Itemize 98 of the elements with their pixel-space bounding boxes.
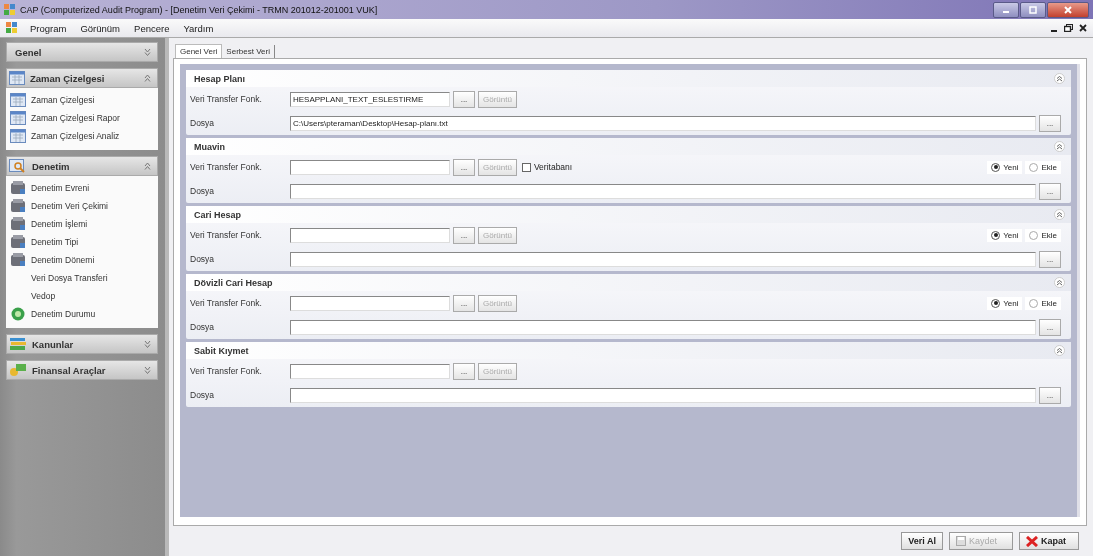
collapse-icon	[144, 162, 151, 170]
input-field[interactable]	[290, 251, 1036, 267]
search-icon	[9, 159, 27, 173]
field-label: Veri Transfer Fonk.	[190, 366, 263, 376]
calendar-icon	[10, 93, 26, 107]
sidebar-item[interactable]: Veri Dosya Transferi	[10, 270, 158, 286]
close-button[interactable]	[1047, 1, 1089, 18]
sidebar-item[interactable]: Denetim Evreni	[10, 180, 158, 196]
menu-item[interactable]: Görünüm	[78, 22, 123, 34]
sidebar-item[interactable]: Denetim Tipi	[10, 234, 158, 250]
calendar-icon	[10, 111, 26, 125]
app-menu-icon	[6, 22, 18, 34]
field-label: Veri Transfer Fonk.	[190, 94, 263, 104]
browse-button[interactable]: ...	[453, 226, 475, 244]
radio-label: Yeni	[1003, 162, 1019, 172]
group-header[interactable]: Denetim	[6, 156, 158, 176]
field-label: Veri Transfer Fonk.	[190, 298, 263, 308]
radio-label: Ekle	[1041, 162, 1057, 172]
browse-button[interactable]: ...	[453, 362, 475, 380]
radio-label: Yeni	[1003, 298, 1019, 308]
minimize-button[interactable]	[993, 1, 1019, 18]
field-label: Dosya	[190, 186, 216, 196]
input-field[interactable]: C:\Users\pteraman\Desktop\Hesap-planı.txt	[290, 115, 1036, 131]
close-icon	[1079, 24, 1087, 32]
section-title: Muavin	[194, 141, 226, 152]
close-icon	[1026, 535, 1038, 547]
menu-item[interactable]: Program	[28, 22, 69, 34]
group-header[interactable]: Kanunlar	[6, 334, 158, 354]
input-field[interactable]	[290, 295, 450, 311]
close-button[interactable]: Kapat	[1019, 532, 1079, 550]
calendar-icon	[9, 71, 25, 85]
floppy-icon	[956, 536, 966, 546]
restore-icon	[1064, 24, 1073, 32]
field-label: Dosya	[190, 322, 216, 332]
collapse-icon	[144, 74, 151, 82]
checkbox[interactable]	[521, 162, 531, 172]
input-field[interactable]	[290, 227, 450, 243]
input-field[interactable]	[290, 319, 1036, 335]
browse-button[interactable]: ...	[453, 294, 475, 312]
expand-icon	[144, 340, 151, 348]
group-header[interactable]: Zaman Çizelgesi	[6, 68, 158, 88]
radio-button[interactable]	[991, 162, 1001, 172]
radio-label: Ekle	[1041, 230, 1057, 240]
radio-button[interactable]	[991, 230, 1001, 240]
sidebar-item[interactable]: Zaman Çizelgesi Rapor	[10, 110, 158, 126]
sidebar-item[interactable]: Zaman Çizelgesi Analiz	[10, 128, 158, 144]
input-field[interactable]	[290, 387, 1036, 403]
browse-button[interactable]: ...	[453, 90, 475, 108]
maximize-icon	[1029, 5, 1037, 14]
field-label: Veri Transfer Fonk.	[190, 162, 263, 172]
fetch-button[interactable]: Veri Al	[901, 532, 943, 550]
calendar-icon	[10, 129, 26, 143]
input-field[interactable]	[290, 159, 450, 175]
sidebar-item[interactable]: Denetim İşlemi	[10, 216, 158, 232]
browse-button[interactable]: ...	[1039, 386, 1061, 404]
window-title: CAP (Computerized Audit Program) - [Denetim Veri Çekimi - TRMN 201012-201001 VUK]	[20, 4, 379, 15]
group-header[interactable]: Finansal Araçlar	[6, 360, 158, 380]
sidebar-item[interactable]: Denetim Veri Çekimi	[10, 198, 158, 214]
sidebar-item[interactable]: Zaman Çizelgesi	[10, 92, 158, 108]
books-icon	[9, 337, 27, 351]
section-title: Hesap Planı	[194, 73, 247, 84]
browse-button[interactable]: ...	[1039, 318, 1061, 336]
group-header[interactable]: Genel	[6, 42, 158, 62]
menu-item[interactable]: Pencere	[132, 22, 172, 34]
sidebar-item[interactable]: Denetim Durumu	[10, 306, 158, 322]
maximize-button[interactable]	[1020, 1, 1046, 18]
field-label: Veri Transfer Fonk.	[190, 230, 263, 240]
case-icon	[10, 181, 26, 195]
input-field[interactable]	[290, 183, 1036, 199]
status-icon	[10, 307, 26, 321]
section-title: Cari Hesap	[194, 209, 243, 220]
browse-button[interactable]: ...	[1039, 182, 1061, 200]
close-icon	[1064, 5, 1072, 14]
app-icon	[4, 3, 16, 16]
sidebar-item[interactable]: Denetim Dönemi	[10, 252, 158, 268]
expand-icon	[144, 366, 151, 374]
input-field[interactable]: HESAPPLANI_TEXT_ESLESTIRME	[290, 91, 450, 107]
sidebar-item[interactable]: Vedop	[10, 288, 158, 304]
case-icon	[10, 217, 26, 231]
browse-button[interactable]: ...	[1039, 114, 1061, 132]
input-field[interactable]	[290, 363, 450, 379]
case-icon	[10, 235, 26, 249]
radio-label: Ekle	[1041, 298, 1057, 308]
section-title: Dövizli Cari Hesap	[194, 277, 274, 288]
field-label: Dosya	[190, 254, 216, 264]
section-title: Sabit Kıymet	[194, 345, 250, 356]
case-icon	[10, 199, 26, 213]
expand-icon	[144, 48, 151, 56]
field-label: Dosya	[190, 390, 216, 400]
tab[interactable]: Genel Veri	[175, 44, 223, 58]
field-label: Dosya	[190, 118, 216, 128]
browse-button[interactable]: ...	[1039, 250, 1061, 268]
radio-button[interactable]	[991, 298, 1001, 308]
menu-item[interactable]: Yardım	[181, 22, 216, 34]
checkbox-label: Veritabanı	[533, 162, 573, 172]
case-icon	[10, 253, 26, 267]
browse-button[interactable]: ...	[453, 158, 475, 176]
radio-label: Yeni	[1003, 230, 1019, 240]
